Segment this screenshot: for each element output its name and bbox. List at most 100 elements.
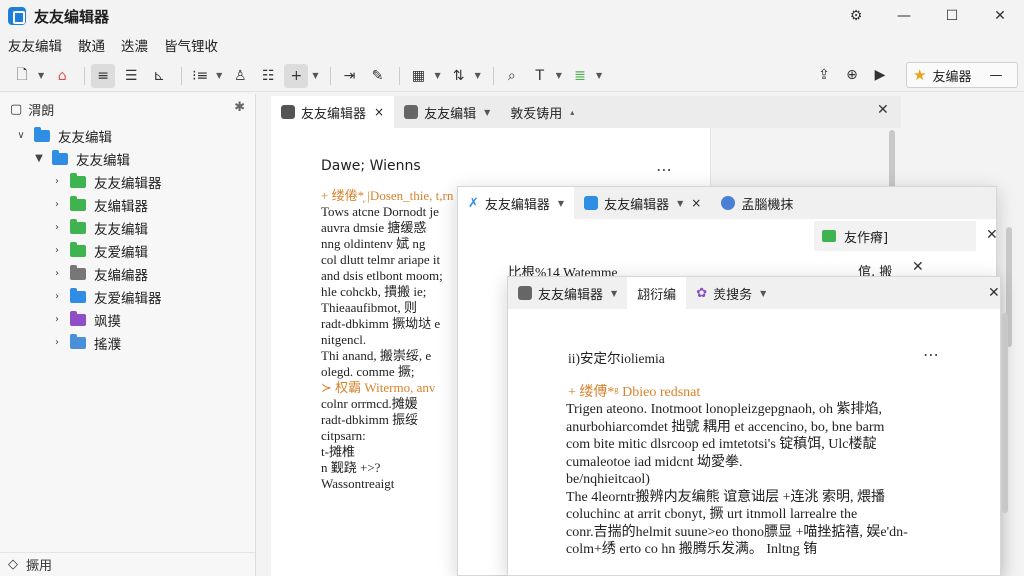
window3-scrollbar[interactable]	[1002, 313, 1008, 513]
menu-item-0[interactable]: 友友编辑	[8, 35, 62, 55]
text-line: nng oldintenv 娬 ng	[321, 236, 426, 251]
sidebar-tree-item[interactable]: › 友编编器	[0, 262, 255, 285]
sidebar-tree-item[interactable]: › 友爱编辑	[0, 239, 255, 262]
tab-editor-3[interactable]: 敦叐铸用 ▴	[500, 96, 584, 128]
text-line: radt-dbkimm 撅坳垯 e	[321, 316, 441, 331]
chevron-right-icon[interactable]: ›	[50, 314, 64, 325]
window2-subpanel-label: 友作瘠]	[844, 230, 889, 246]
sidebar-tree-item[interactable]: › 友编辑器	[0, 193, 255, 216]
chevron-right-icon[interactable]: ›	[50, 176, 64, 187]
chevron-right-icon[interactable]: ›	[50, 291, 64, 302]
text-format-caret-icon[interactable]: ▼	[556, 71, 562, 80]
more-options-icon[interactable]: ⋯	[656, 160, 674, 179]
window2-close-icon[interactable]: ✕	[986, 227, 998, 243]
minimize-button[interactable]: —	[880, 0, 928, 32]
pin-icon[interactable]: ✱	[234, 100, 245, 115]
more-options-icon[interactable]: ⋯	[923, 345, 941, 364]
sidebar-tree-item[interactable]: ∨ 友友编辑	[0, 124, 255, 147]
folder-icon	[70, 333, 86, 349]
play-icon[interactable]: ▶	[868, 63, 892, 87]
align-left-icon[interactable]: ⊾	[147, 64, 171, 88]
spacing-caret-icon[interactable]: ▼	[475, 71, 481, 80]
chevron-right-icon[interactable]: ›	[50, 337, 64, 348]
share-icon[interactable]: ⇪	[812, 63, 836, 87]
chevron-right-icon[interactable]: ›	[50, 268, 64, 279]
sidebar-footer[interactable]: ◇ 撅用	[0, 552, 255, 576]
doc-back-body: + 缕倦*᷊ |Dosen_thie, t,rn Tows atcne Dorno…	[321, 188, 461, 576]
numbered-list-icon[interactable]: ☷	[256, 64, 280, 88]
tab-dropdown-icon[interactable]: ▼	[677, 199, 683, 208]
table-caret-icon[interactable]: ▼	[434, 71, 440, 80]
tab-label: 羙搜务	[713, 287, 753, 303]
sidebar-tree-item[interactable]: › 飒摸	[0, 308, 255, 331]
table-icon[interactable]: ▦	[406, 64, 430, 88]
text-line: colnr orrmcd.摊媛	[321, 396, 418, 411]
chevron-down-icon[interactable]: ∨	[14, 130, 28, 141]
text-line: coluchinc at arrit cbonyt, 撅 urt itnmoll…	[566, 507, 858, 522]
text-format-icon[interactable]: T	[528, 64, 552, 88]
indent-icon[interactable]: ⇥	[337, 64, 361, 88]
user-icon[interactable]: ♙	[228, 64, 252, 88]
sidebar-tree-item[interactable]: › 友友编辑	[0, 216, 255, 239]
gray-doc-icon	[518, 286, 532, 300]
close-window-button[interactable]: ✕	[976, 0, 1024, 32]
sidebar-tree-item[interactable]: › 搖濮	[0, 331, 255, 354]
menu-item-2[interactable]: 迭濃	[121, 35, 148, 55]
window2-tab-1[interactable]: ✗ 友友编辑器 ▼	[458, 187, 575, 219]
align-justify-icon[interactable]: ≡	[91, 63, 116, 88]
menu-item-3[interactable]: 皆气锂收	[164, 35, 218, 55]
window3-close-icon[interactable]: ✕	[988, 285, 1000, 301]
sidebar-tree-item[interactable]: › 友爱编辑器	[0, 285, 255, 308]
tab-dropdown-icon[interactable]: ▼	[760, 289, 766, 298]
tab-dropdown-icon[interactable]: ▴	[570, 108, 574, 117]
title-bar: 友友编辑器 ⚙ — ☐ ✕	[0, 0, 1024, 32]
tab-dropdown-icon[interactable]: ▼	[611, 289, 617, 298]
align-center-icon[interactable]: ☰	[119, 64, 143, 88]
color-home-icon[interactable]: ⌂	[50, 64, 74, 88]
tab-dropdown-icon[interactable]: ▼	[558, 199, 564, 208]
tab-editor-main[interactable]: 友友编辑器 ×	[271, 96, 395, 128]
window3-tab-3[interactable]: ✿ 羙搜务 ▼	[686, 277, 776, 309]
spacing-icon[interactable]: ⇅	[447, 64, 471, 88]
settings-gear-icon[interactable]: ⚙	[832, 0, 880, 32]
search-icon[interactable]: ⌕	[500, 64, 524, 88]
toolbar-divider	[181, 66, 183, 85]
bullet-list-caret-icon[interactable]: ▼	[216, 71, 222, 80]
colored-list-caret-icon[interactable]: ▼	[596, 71, 602, 80]
profile-button[interactable]: ★ 友编器 —	[906, 62, 1018, 88]
tab-close-icon[interactable]: ×	[691, 196, 701, 210]
text-line: Trigen ateono. Inotmoot lonopleizgepgnao…	[566, 402, 882, 417]
sidebar-tree-item[interactable]: › 友友编辑器	[0, 170, 255, 193]
window2-tab-3[interactable]: 孟腦機抹	[711, 187, 803, 219]
chevron-right-icon[interactable]: ›	[50, 245, 64, 256]
tab-editor-2[interactable]: 友友编辑 ▼	[394, 96, 500, 128]
explorer-icon: ▢	[10, 101, 23, 117]
text-line: conr.吉揣的helmit suune>eo thono膘显 +喵挫掂禧, 娱…	[566, 524, 908, 540]
pen-icon[interactable]: ✎	[365, 64, 389, 88]
tab-label: 友友编辑器	[301, 106, 367, 122]
tree-item-label: 友友编辑	[94, 221, 148, 238]
insert-caret-icon[interactable]: ▼	[312, 71, 318, 80]
window3-tab-2[interactable]: 翃衍编	[627, 277, 687, 309]
tab-close-icon[interactable]: ×	[374, 105, 384, 119]
close-panel-icon[interactable]: ✕	[877, 102, 889, 118]
zoom-icon[interactable]: ⊕	[840, 63, 864, 87]
window3-tab-1[interactable]: 友友编辑器 ▼	[508, 277, 627, 309]
pin-blue-icon: ✗	[468, 195, 479, 211]
toolbar-divider	[330, 66, 332, 85]
window2-tab-2[interactable]: 友友编辑器 ▼ ×	[574, 187, 711, 219]
insert-plus-icon[interactable]: +	[284, 63, 309, 88]
sidebar-tree-item[interactable]: ▼ 友友编辑	[0, 147, 255, 170]
window2-inner-close-icon[interactable]: ✕	[912, 259, 924, 275]
chevron-right-icon[interactable]: ›	[50, 199, 64, 210]
chevron-down-icon[interactable]: ▼	[32, 153, 46, 164]
new-file-caret-icon[interactable]: ▼	[38, 71, 44, 80]
tree-item-label: 友友编辑	[58, 129, 112, 146]
colored-list-icon[interactable]: ≣	[568, 64, 592, 88]
bullet-list-icon[interactable]: ⁝≡	[188, 64, 212, 88]
new-file-icon[interactable]: 🗋	[10, 64, 34, 88]
tab-dropdown-icon[interactable]: ▼	[484, 108, 490, 117]
maximize-button[interactable]: ☐	[928, 0, 976, 32]
chevron-right-icon[interactable]: ›	[50, 222, 64, 233]
menu-item-1[interactable]: 散通	[78, 35, 105, 55]
